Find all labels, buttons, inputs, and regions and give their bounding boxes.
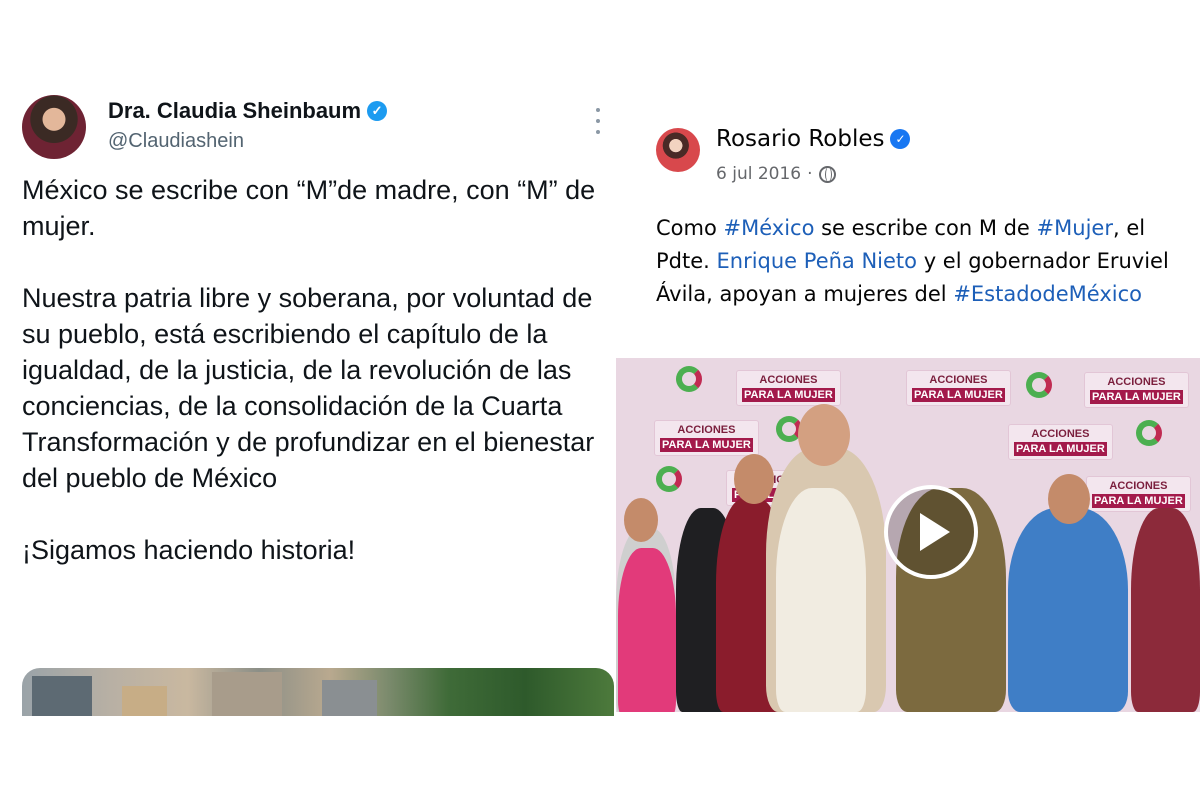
backdrop-banner: ACCIONESPARA LA MUJER: [1008, 424, 1113, 460]
tweet-paragraph: ¡Sigamos haciendo historia!: [22, 535, 356, 565]
backdrop-banner: ACCIONESPARA LA MUJER: [654, 420, 759, 456]
backdrop-banner: ACCIONESPARA LA MUJER: [1084, 372, 1189, 408]
post-video[interactable]: ACCIONES PARA LA MUJER ACCIONES PARA LA MU…: [616, 358, 1200, 712]
audience-head: [1048, 474, 1090, 524]
speaker-head: [798, 404, 850, 466]
backdrop-banner: ACCIONESPARA LA MUJER: [736, 370, 841, 406]
backdrop-banner: ACCIONESPARA LA MUJER: [1086, 476, 1191, 512]
tweet-author-name[interactable]: Dra. Claudia Sheinbaum ✓: [108, 98, 388, 124]
logo-icon: [676, 366, 702, 392]
tweet-author-avatar[interactable]: [22, 95, 86, 159]
post-date[interactable]: 6 jul 2016: [716, 164, 801, 184]
hashtag-link[interactable]: #EstadodeMéxico: [953, 282, 1142, 306]
tweet-paragraph: Nuestra patria libre y soberana, por vol…: [22, 283, 595, 493]
mention-link[interactable]: Enrique Peña Nieto: [717, 249, 918, 273]
audience-person: [618, 548, 676, 712]
audience-person: [1131, 508, 1200, 712]
hashtag-link[interactable]: #México: [724, 216, 815, 240]
post-meta: 6 jul 2016 ·: [716, 164, 836, 184]
meta-separator: ·: [807, 164, 813, 184]
globe-icon: [818, 165, 836, 183]
verified-badge-icon: ✓: [890, 129, 911, 149]
tweet-author-name-text[interactable]: Dra. Claudia Sheinbaum: [108, 98, 361, 124]
tweet-author-handle[interactable]: @Claudiashein: [108, 130, 244, 153]
facebook-post: Rosario Robles ✓ 6 jul 2016 · Como #Méxi…: [616, 100, 1200, 720]
logo-icon: [1026, 372, 1052, 398]
verified-badge-icon: ✓: [367, 101, 388, 121]
facebook-author-name[interactable]: Rosario Robles ✓: [716, 126, 911, 152]
post-text-segment: se escribe con M de: [814, 216, 1037, 240]
logo-icon: [1136, 420, 1162, 446]
speaker-blouse: [776, 488, 866, 712]
post-text: Como #México se escribe con M de #Mujer,…: [656, 212, 1196, 311]
play-icon[interactable]: [884, 485, 978, 579]
hashtag-link[interactable]: #Mujer: [1037, 216, 1113, 240]
facebook-author-avatar[interactable]: [656, 128, 700, 172]
audience-person: [1008, 508, 1128, 712]
tweet-card: Dra. Claudia Sheinbaum ✓ @Claudiashein M…: [22, 90, 618, 716]
tweet-media-image[interactable]: [22, 668, 614, 716]
post-text-segment: Como: [656, 216, 724, 240]
more-options-icon[interactable]: [592, 108, 604, 134]
tweet-text: México se escribe con “M”de madre, con “…: [22, 172, 612, 604]
backdrop-banner: ACCIONESPARA LA MUJER: [906, 370, 1011, 406]
audience-head: [624, 498, 658, 542]
logo-icon: [656, 466, 682, 492]
tweet-paragraph: México se escribe con “M”de madre, con “…: [22, 175, 596, 241]
facebook-author-name-text[interactable]: Rosario Robles: [716, 126, 884, 152]
audience-head: [734, 454, 774, 504]
